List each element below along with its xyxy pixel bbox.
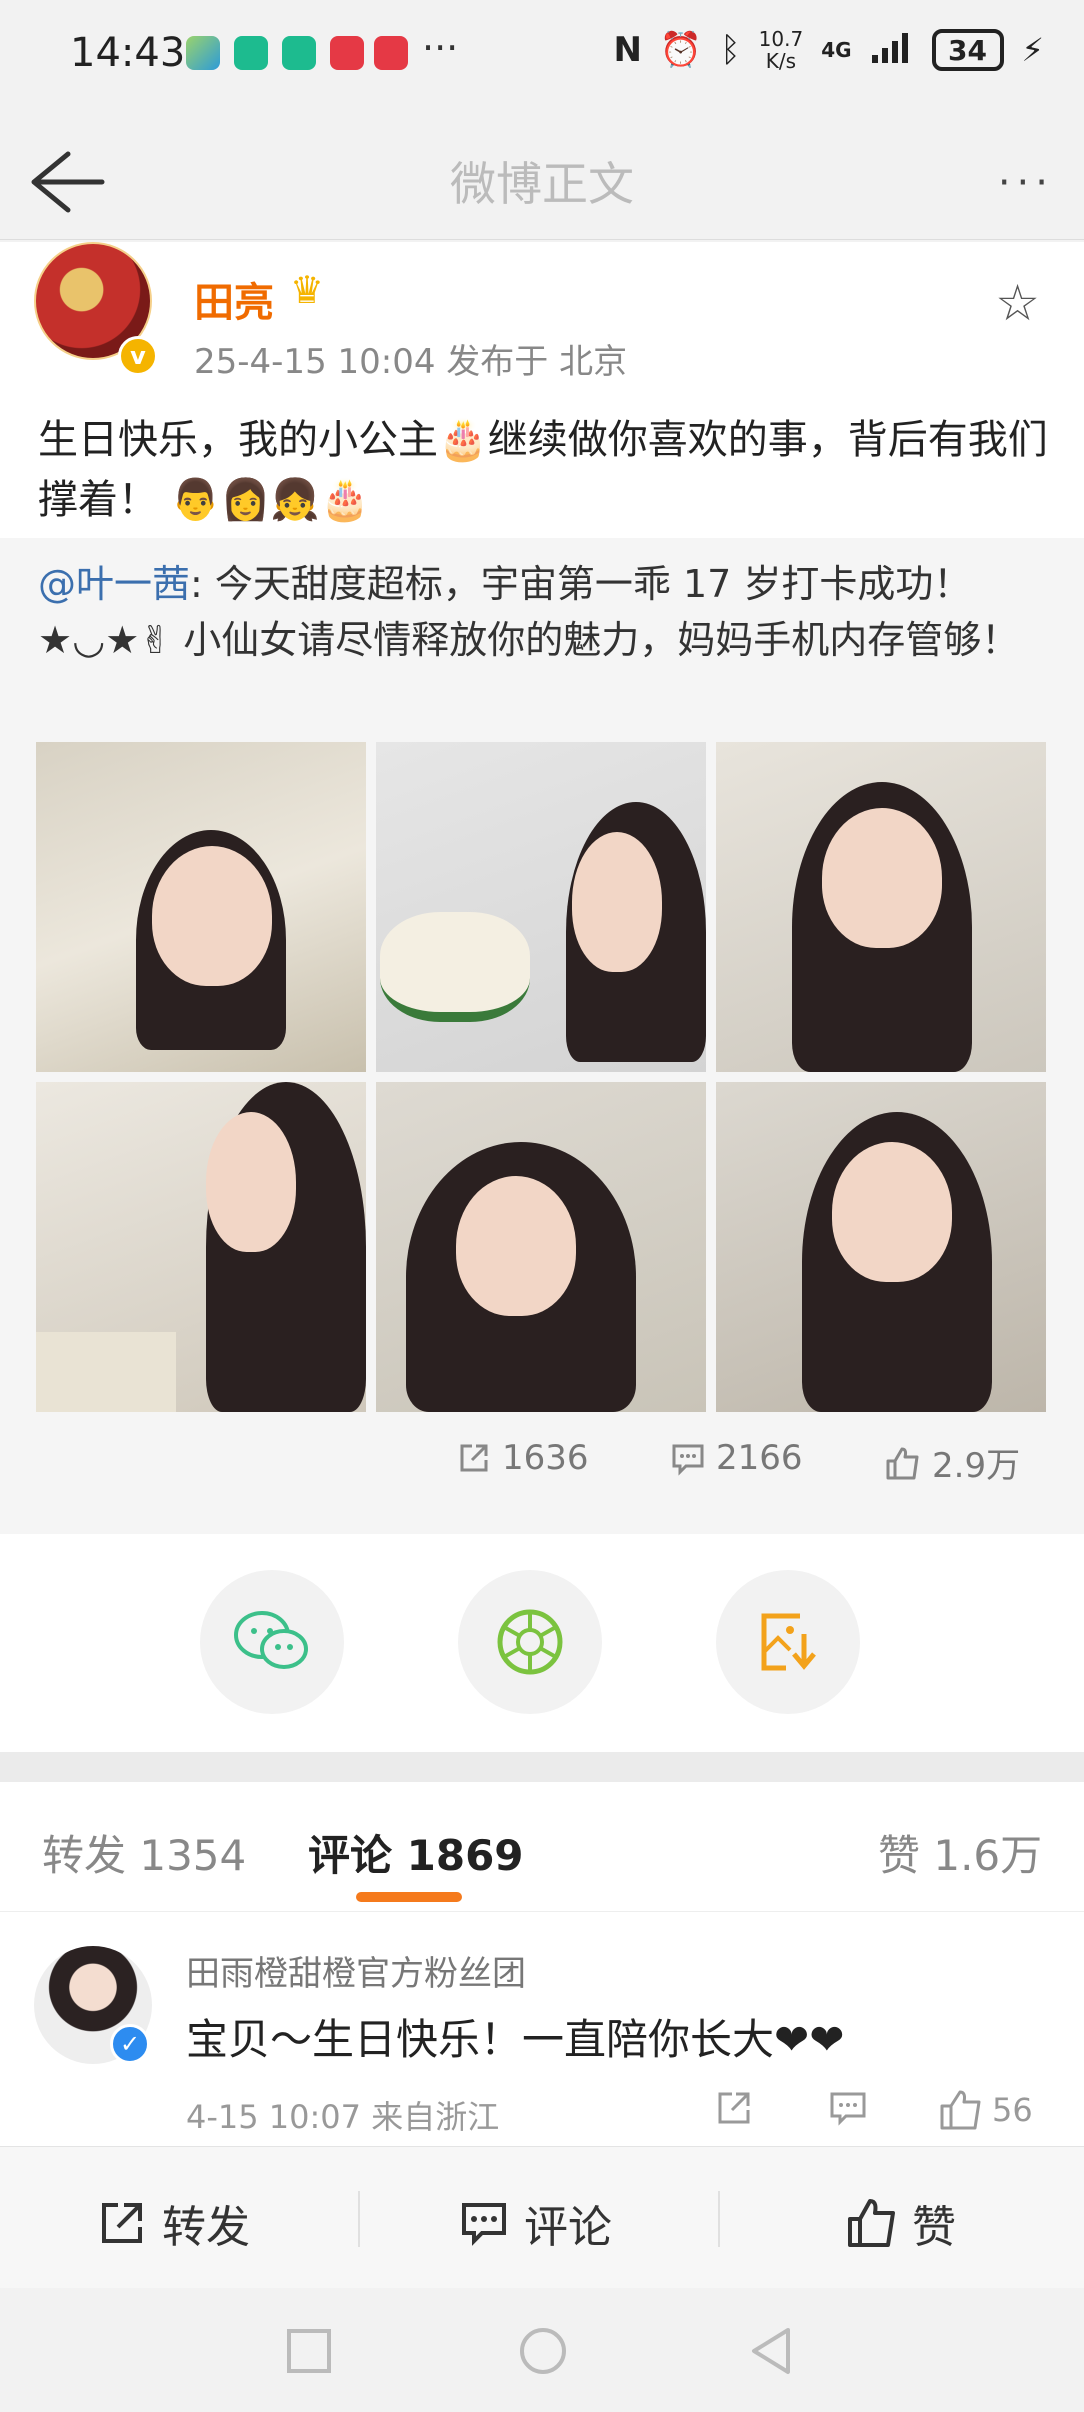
network-type: 4G [821, 38, 852, 62]
bottom-action-bar: 转发 评论 赞 [0, 2146, 1084, 2288]
page-title: 微博正文 [450, 157, 634, 211]
save-image-button[interactable] [716, 1570, 860, 1714]
tab-comments[interactable]: 评论 1869 [308, 1822, 524, 1883]
save-image-icon [761, 1613, 816, 1671]
bluetooth-icon: ᛒ [720, 30, 741, 70]
photo-thumbnail[interactable] [716, 742, 1046, 1072]
comment-icon [462, 2203, 506, 2246]
recent-apps-icon[interactable] [286, 2328, 332, 2374]
home-icon[interactable] [518, 2326, 568, 2376]
app-notification-icon [282, 36, 316, 70]
more-options-button[interactable]: ··· [998, 160, 1054, 206]
share-wechat-button[interactable] [200, 1570, 344, 1714]
app-notification-icon [186, 36, 220, 70]
comment-text: 宝贝～生日快乐！一直陪你长大❤❤ [186, 2015, 845, 2064]
favorite-star-icon[interactable]: ☆ [995, 274, 1040, 332]
share-moments-button[interactable] [458, 1570, 602, 1714]
post-text: 生日快乐，我的小公主🎂继续做你喜欢的事，背后有我们撑着！ 👨👩👧🎂 [38, 417, 1048, 523]
photo-thumbnail[interactable] [36, 742, 366, 1072]
share-icon [102, 2203, 142, 2243]
photo-thumbnail[interactable] [376, 1082, 706, 1412]
repost-button[interactable]: 转发 [96, 2191, 250, 2255]
signal-icon [870, 29, 914, 72]
photo-thumbnail[interactable] [36, 1082, 366, 1412]
status-indicators: N ⏰ ᛒ 10.7 K/s 4G 34 ⚡ [613, 28, 1044, 72]
battery-level: 34 [931, 29, 1004, 71]
comment-button[interactable]: 评论 [458, 2191, 612, 2255]
photo-thumbnail[interactable] [716, 1082, 1046, 1412]
tab-repost[interactable]: 转发 1354 [42, 1822, 246, 1883]
comment-meta: 4-15 10:07 来自浙江 [186, 2098, 500, 2136]
network-speed: 10.7 K/s [758, 27, 804, 73]
comment-icon [830, 2092, 866, 2126]
comment-like-button[interactable]: 56 [938, 2088, 1033, 2132]
app-notification-icon [374, 36, 408, 70]
more-notifications-icon: ··· [422, 26, 459, 70]
share-icon [718, 2092, 750, 2124]
active-tab-indicator [356, 1892, 462, 1902]
divider [718, 2191, 720, 2247]
thumbs-up-icon [886, 1447, 919, 1479]
back-nav-icon[interactable] [748, 2326, 794, 2376]
verified-badge-icon: v [118, 336, 158, 376]
app-notification-icon [330, 36, 364, 70]
author-avatar[interactable]: v [34, 242, 158, 376]
alarm-icon: ⏰ [659, 30, 703, 70]
comment-share-button[interactable] [714, 2088, 754, 2128]
wechat-icon [234, 1611, 308, 1669]
divider [358, 2191, 360, 2247]
system-navigation-bar [0, 2288, 1084, 2412]
share-row [0, 1534, 1084, 1752]
tab-bar: 转发 1354 评论 1869 赞 1.6万 [0, 1782, 1084, 1912]
post-card: v 田亮 ♛ 25-4-15 10:04 发布于 北京 ☆ 生日快乐，我的小公主… [0, 242, 1084, 538]
commenter-name[interactable]: 田雨橙甜橙官方粉丝团 [186, 1946, 526, 1995]
status-time: 14:43 [70, 30, 186, 76]
top-nav: 微博正文 ··· [0, 120, 1084, 240]
divider [0, 1752, 1084, 1782]
app-notification-icon [234, 36, 268, 70]
moments-icon [497, 1609, 563, 1675]
verified-badge-icon: ✓ [110, 2024, 150, 2064]
mention-link[interactable]: @叶一茜 [38, 562, 190, 606]
like-button[interactable]: 赞 [846, 2191, 956, 2255]
author-name[interactable]: 田亮 [194, 270, 274, 328]
charging-icon: ⚡ [1021, 31, 1044, 69]
comment-count[interactable]: 2166 [670, 1438, 803, 1478]
nfc-icon: N [613, 30, 642, 70]
repost-text: @叶一茜: 今天甜度超标，宇宙第一乖 17 岁打卡成功！ ★◡★✌ 小仙女请尽情… [38, 556, 1048, 668]
tab-likes[interactable]: 赞 1.6万 [878, 1822, 1042, 1883]
comment-reply-button[interactable] [828, 2088, 868, 2128]
like-count[interactable]: 2.9万 [884, 1438, 1020, 1487]
share-icon [460, 1444, 488, 1472]
comment-like-count: 56 [992, 2091, 1033, 2129]
repost-count[interactable]: 1636 [456, 1438, 589, 1478]
reposted-content[interactable]: @叶一茜: 今天甜度超标，宇宙第一乖 17 岁打卡成功！ ★◡★✌ 小仙女请尽情… [0, 538, 1084, 1534]
photo-thumbnail[interactable] [376, 742, 706, 1072]
post-meta: 25-4-15 10:04 发布于 北京 [194, 342, 628, 382]
status-bar: 14:43 ··· N ⏰ ᛒ 10.7 K/s 4G 34 ⚡ [0, 0, 1084, 120]
vip-crown-icon: ♛ [290, 268, 325, 312]
comment-item: ✓ 田雨橙甜橙官方粉丝团 宝贝～生日快乐！一直陪你长大❤❤ 4-15 10:07… [0, 1912, 1084, 2146]
thumbs-up-icon [848, 2199, 895, 2247]
comment-icon [672, 1444, 704, 1476]
thumbs-up-icon [940, 2090, 981, 2130]
